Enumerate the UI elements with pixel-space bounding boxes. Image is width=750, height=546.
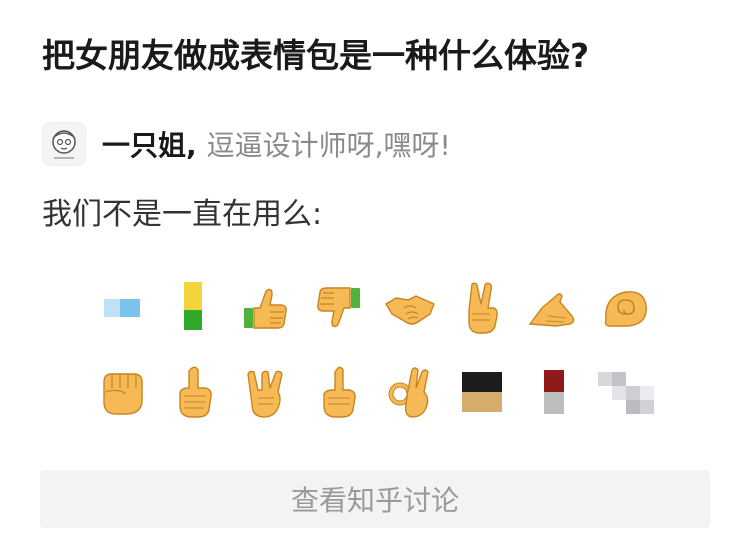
censored-red-gray-pixel-icon — [518, 356, 590, 428]
thumbs-down-icon — [302, 272, 374, 344]
avatar-face-icon — [52, 130, 76, 159]
answer-text: 我们不是一直在用么: — [42, 197, 323, 232]
rock-on-hand-icon — [230, 356, 302, 428]
censored-gray-pixel-icon — [590, 356, 662, 428]
swirl-icon — [590, 272, 662, 344]
thumbs-up-icon — [230, 272, 302, 344]
censored-blue-pixel-icon — [86, 272, 158, 344]
pointing-hand-icon — [518, 272, 590, 344]
emoji-row-2 — [86, 356, 686, 428]
view-discussion-button[interactable]: 查看知乎讨论 — [40, 470, 710, 528]
emoji-row-1 — [86, 272, 686, 344]
question-title[interactable]: 把女朋友做成表情包是一种什么体验? — [42, 30, 722, 82]
avatar[interactable] — [42, 122, 86, 166]
censored-yellow-green-pixel-icon — [158, 272, 230, 344]
emoji-grid — [86, 272, 686, 440]
ok-hand-icon — [374, 356, 446, 428]
raised-fist-icon — [86, 356, 158, 428]
pointing-up-icon — [158, 356, 230, 428]
author-name[interactable]: 一只姐, — [102, 124, 197, 164]
finger-point-up-icon — [302, 356, 374, 428]
author-row: 一只姐, 逗逼设计师呀,嘿呀! — [42, 118, 451, 170]
victory-hand-icon — [446, 272, 518, 344]
censored-black-gold-pixel-icon — [446, 356, 518, 428]
answer-card: 把女朋友做成表情包是一种什么体验? 一只姐, 逗逼设计师呀,嘿呀! 我们不是一直… — [0, 0, 750, 546]
author-bio: 逗逼设计师呀,嘿呀! — [206, 129, 451, 162]
handshake-icon — [374, 272, 446, 344]
